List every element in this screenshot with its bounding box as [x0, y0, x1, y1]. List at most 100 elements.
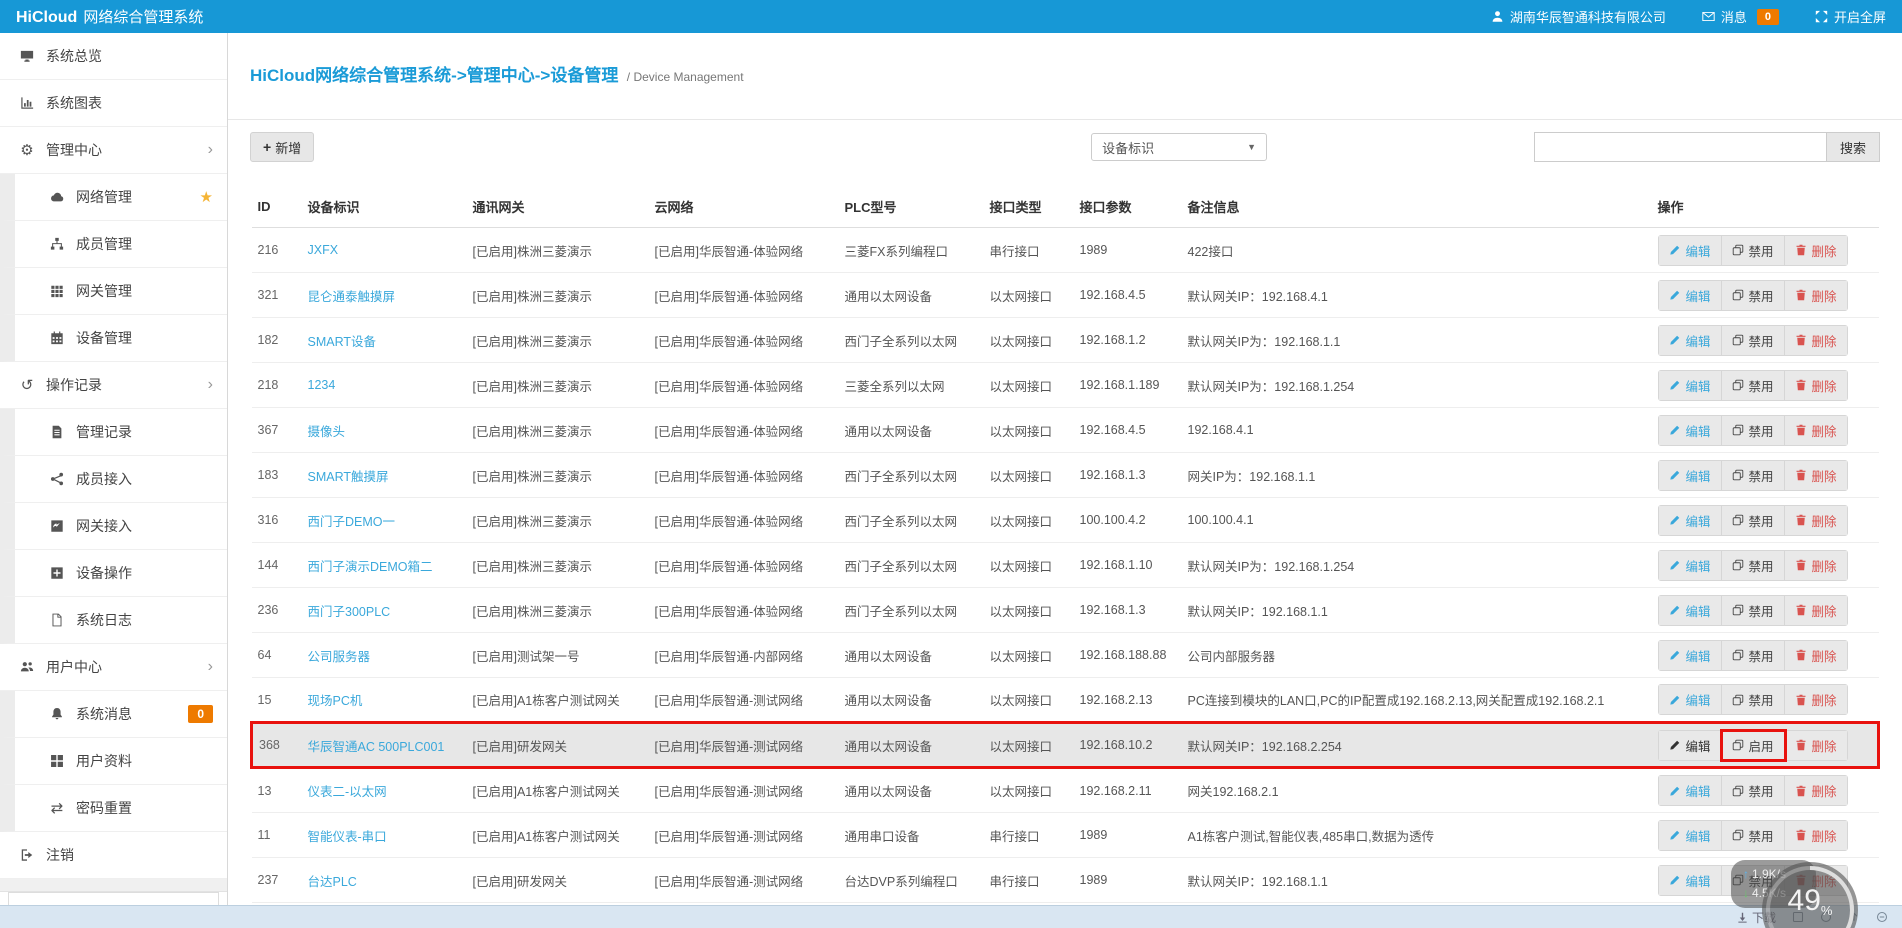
edit-button[interactable]: 编辑 [1658, 865, 1722, 895]
delete-button[interactable]: 删除 [1784, 730, 1847, 760]
search-button[interactable]: 搜索 [1825, 132, 1880, 162]
delete-button[interactable]: 删除 [1784, 415, 1847, 445]
cell-plc: 通用以太网设备 [838, 407, 984, 453]
cell-actions: 编辑 禁用 删除 [1651, 452, 1879, 498]
cell-actions: 编辑 禁用 删除 [1651, 317, 1879, 363]
filter-field-select[interactable]: 设备标识 ▼ [1091, 133, 1268, 161]
delete-button[interactable]: 删除 [1784, 370, 1847, 400]
device-name-link[interactable]: 仪表二-以太网 [308, 785, 387, 799]
device-name-link[interactable]: 西门子300PLC [308, 605, 391, 619]
plus-icon: + [263, 139, 272, 155]
edit-button[interactable]: 编辑 [1658, 820, 1722, 850]
toggle-label: 禁用 [1748, 244, 1774, 259]
disable-button[interactable]: 禁用 [1721, 460, 1785, 490]
edit-button[interactable]: 编辑 [1658, 370, 1722, 400]
messages-button[interactable]: 消息 0 [1702, 7, 1779, 26]
cell-remark: 192.168.4.1 [1181, 407, 1652, 453]
device-name-link[interactable]: 台达PLC [308, 875, 357, 889]
cell-remark: 100.100.4.1 [1181, 497, 1652, 543]
cell-network: [已启用]华辰智通-体验网络 [648, 452, 839, 498]
table-header-row: ID 设备标识 通讯网关 云网络 PLC型号 接口类型 接口参数 备注信息 操作 [251, 188, 1879, 228]
search-input[interactable] [1533, 132, 1826, 162]
edit-button[interactable]: 编辑 [1658, 595, 1722, 625]
sidebar-item-system-logs[interactable]: 系统日志 [0, 597, 227, 644]
sidebar-item-member-access[interactable]: 成员接入 [0, 456, 227, 503]
edit-button[interactable]: 编辑 [1658, 235, 1722, 265]
cell-remark: 默认网关IP为：192.168.1.254 [1181, 542, 1652, 588]
table-row: 321 昆仑通泰触摸屏 [已启用]株洲三菱演示 [已启用]华辰智通-体验网络 通用以太网… [251, 272, 1879, 318]
sidebar-item-gateway-access[interactable]: 网关接入 [0, 503, 227, 550]
topbar: HiCloud 网络综合管理系统 湖南华辰智通科技有限公司 消息 0 开启全屏 [0, 0, 1902, 33]
disable-button[interactable]: 禁用 [1721, 820, 1785, 850]
company-menu[interactable]: 湖南华辰智通科技有限公司 [1491, 7, 1666, 26]
disable-button[interactable]: 禁用 [1721, 280, 1785, 310]
sidebar-item-logout[interactable]: 注销 [0, 832, 227, 879]
device-name-link[interactable]: 西门子DEMO一 [308, 515, 396, 529]
edit-button[interactable]: 编辑 [1658, 730, 1722, 760]
sidebar-item-user-profile[interactable]: 用户资料 [0, 738, 227, 785]
delete-button[interactable]: 删除 [1784, 325, 1847, 355]
device-name-link[interactable]: 现场PC机 [308, 694, 363, 708]
delete-button[interactable]: 删除 [1784, 235, 1847, 265]
edit-button[interactable]: 编辑 [1658, 685, 1722, 714]
device-name-link[interactable]: JXFX [308, 243, 339, 257]
edit-button[interactable]: 编辑 [1658, 415, 1722, 445]
device-name-link[interactable]: 1234 [308, 378, 336, 392]
sidebar-item-member-management[interactable]: 成员管理 [0, 221, 227, 268]
device-name-link[interactable]: 昆仑通泰触摸屏 [308, 290, 396, 304]
device-name-link[interactable]: 摄像头 [308, 425, 346, 439]
delete-button[interactable]: 删除 [1784, 280, 1847, 310]
device-name-link[interactable]: 智能仪表-串口 [308, 830, 387, 844]
disable-button[interactable]: 禁用 [1721, 235, 1785, 265]
edit-button[interactable]: 编辑 [1658, 325, 1722, 355]
device-name-link[interactable]: SMART设备 [308, 335, 377, 349]
bottombar-icon-4[interactable] [1876, 911, 1888, 923]
sidebar-item-system-overview[interactable]: 系统总览 [0, 33, 227, 80]
sidebar-item-device-operation[interactable]: 设备操作 [0, 550, 227, 597]
enable-button[interactable]: 启用 [1719, 728, 1787, 762]
edit-button[interactable]: 编辑 [1658, 550, 1722, 580]
disable-button[interactable]: 禁用 [1721, 370, 1785, 400]
device-name-link[interactable]: 西门子演示DEMO箱二 [308, 560, 433, 574]
sidebar-item-management-center[interactable]: ⚙ 管理中心 › [0, 127, 227, 174]
disable-button[interactable]: 禁用 [1721, 325, 1785, 355]
disable-button[interactable]: 禁用 [1721, 595, 1785, 625]
disable-button[interactable]: 禁用 [1721, 776, 1785, 805]
disable-button[interactable]: 禁用 [1721, 640, 1785, 670]
disable-button[interactable]: 禁用 [1721, 415, 1785, 445]
sidebar-item-label: 系统图表 [46, 95, 102, 111]
sidebar-item-system-charts[interactable]: 系统图表 [0, 80, 227, 127]
edit-button[interactable]: 编辑 [1658, 640, 1722, 670]
edit-button[interactable]: 编辑 [1658, 280, 1722, 310]
sidebar-item-system-messages[interactable]: 系统消息 0 [0, 691, 227, 738]
delete-button[interactable]: 删除 [1784, 685, 1847, 714]
disable-button[interactable]: 禁用 [1721, 505, 1785, 535]
sidebar-item-operation-records[interactable]: ↺ 操作记录 › [0, 362, 227, 409]
sidebar-item-password-reset[interactable]: ⇄ 密码重置 [0, 785, 227, 832]
progress-circle-widget[interactable]: 49 % [1762, 862, 1858, 928]
device-name-link[interactable]: 华辰智通AC 500PLC001 [308, 740, 445, 754]
delete-button[interactable]: 删除 [1784, 776, 1847, 805]
delete-button[interactable]: 删除 [1784, 640, 1847, 670]
disable-button[interactable]: 禁用 [1721, 550, 1785, 580]
history-icon: ↺ [20, 376, 34, 394]
sidebar-item-device-management[interactable]: 设备管理 [0, 315, 227, 362]
sidebar-item-network-management[interactable]: 网络管理 ★ [0, 174, 227, 221]
delete-button[interactable]: 删除 [1784, 460, 1847, 490]
disable-button[interactable]: 禁用 [1721, 685, 1785, 714]
sidebar-item-gateway-management[interactable]: 网关管理 [0, 268, 227, 315]
row-action-group: 编辑 启用 删除 [1657, 728, 1848, 762]
edit-button[interactable]: 编辑 [1658, 505, 1722, 535]
device-name-link[interactable]: SMART触摸屏 [308, 470, 389, 484]
add-device-button[interactable]: + 新增 [250, 132, 315, 162]
device-name-link[interactable]: 公司服务器 [308, 650, 371, 664]
delete-button[interactable]: 删除 [1784, 550, 1847, 580]
sidebar-item-management-records[interactable]: 管理记录 [0, 409, 227, 456]
delete-button[interactable]: 删除 [1784, 820, 1847, 850]
delete-button[interactable]: 删除 [1784, 505, 1847, 535]
delete-button[interactable]: 删除 [1784, 595, 1847, 625]
sidebar-item-user-center[interactable]: 用户中心 › [0, 644, 227, 691]
edit-button[interactable]: 编辑 [1658, 776, 1722, 805]
edit-button[interactable]: 编辑 [1658, 460, 1722, 490]
fullscreen-button[interactable]: 开启全屏 [1815, 7, 1886, 26]
